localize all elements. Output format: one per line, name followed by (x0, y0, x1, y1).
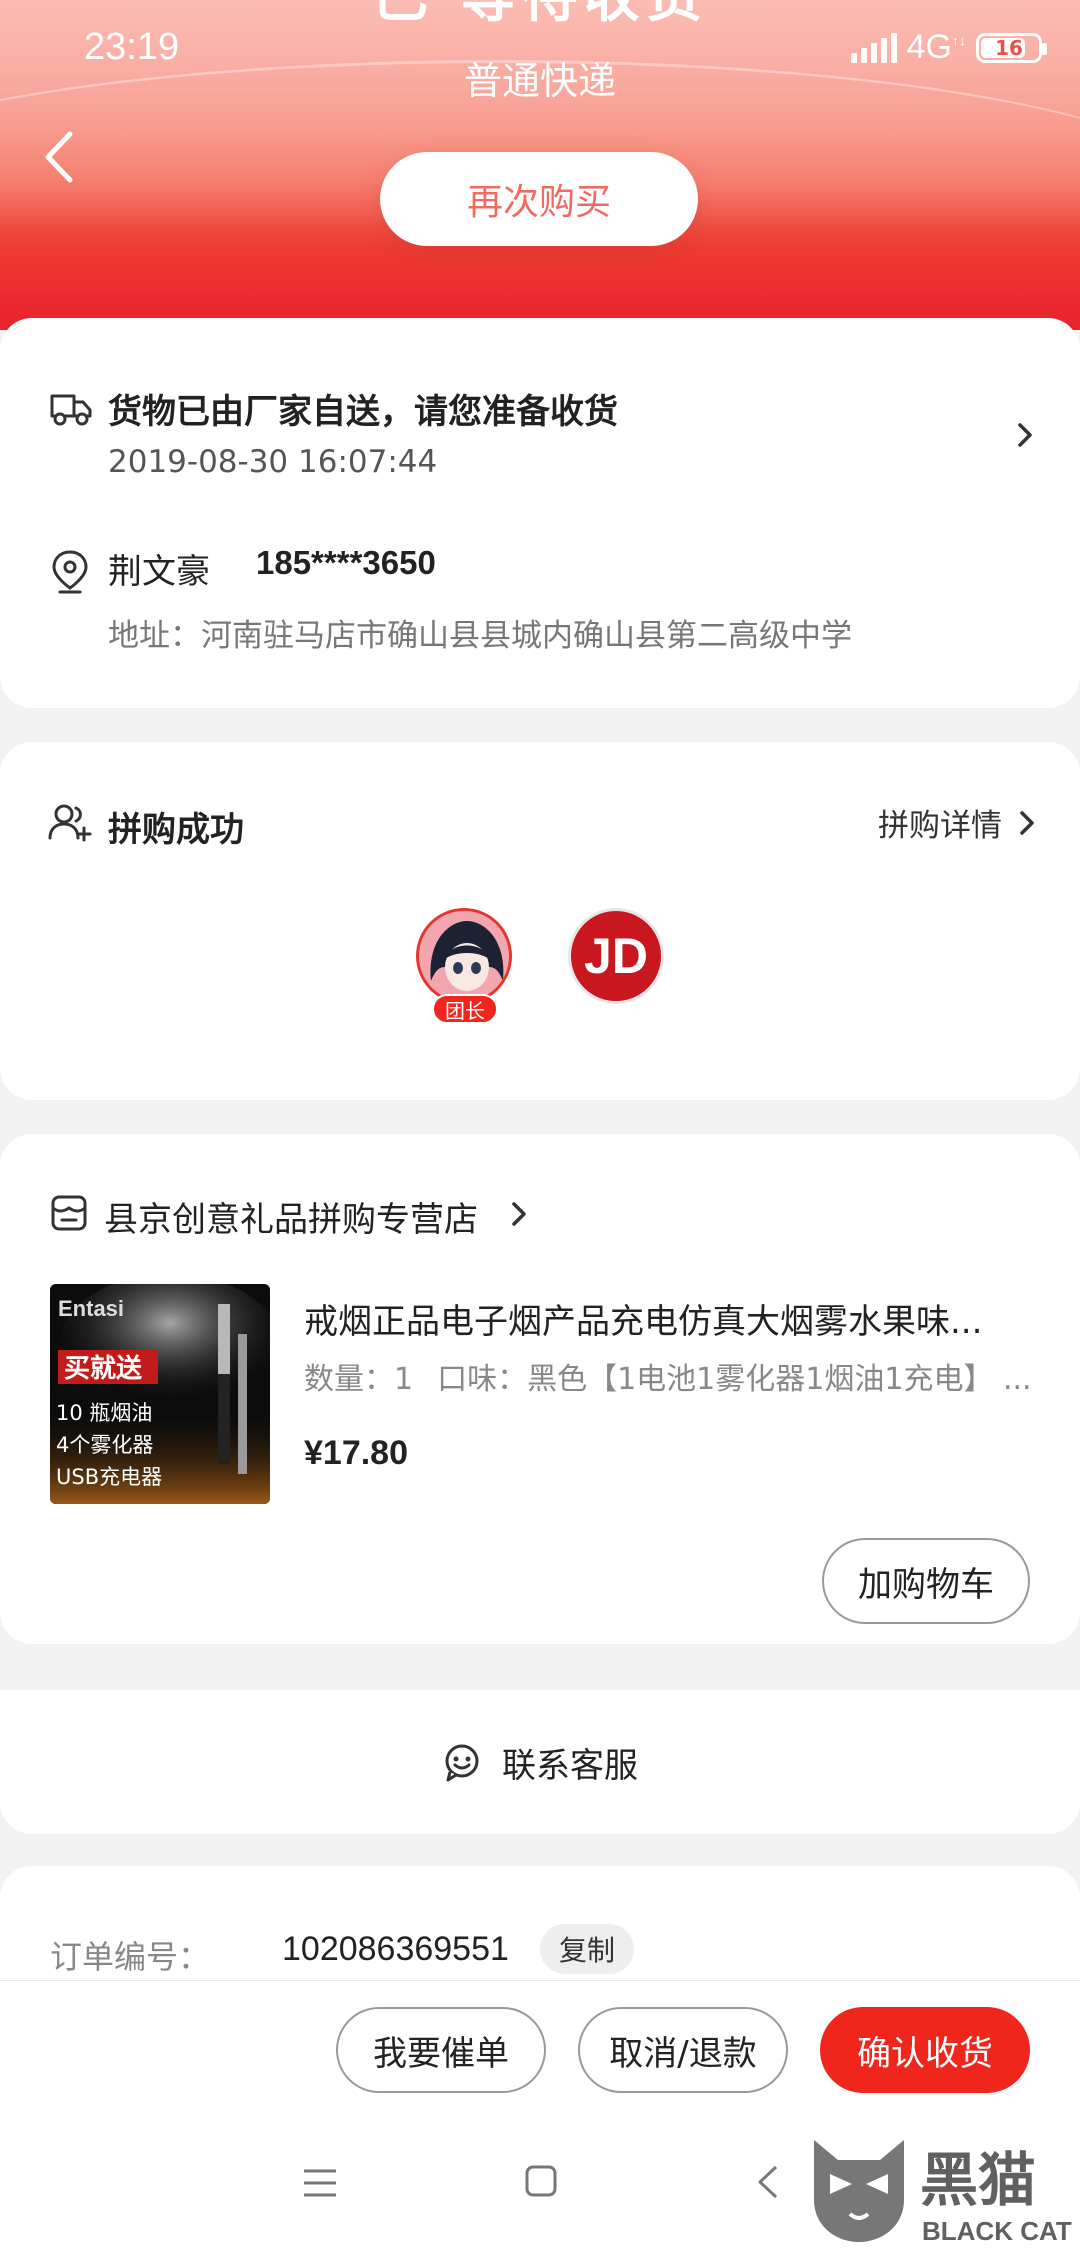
rebuy-button[interactable]: 再次购买 (380, 152, 698, 246)
add-to-cart-button[interactable]: 加购物车 (822, 1538, 1030, 1624)
svg-text:4个雾化器: 4个雾化器 (56, 1433, 153, 1457)
order-number-label: 订单编号： (50, 1938, 211, 1976)
order-number: 102086369551 (282, 1930, 509, 1968)
svg-text:黑猫: 黑猫 (920, 2146, 1036, 2214)
chevron-right-icon (1018, 423, 1032, 447)
group-buy-detail-label: 拼购详情 (878, 808, 1002, 844)
order-action-bar: 我要催单 取消/退款 确认收货 (0, 1980, 1080, 2120)
group-buy-detail-link[interactable]: 拼购详情 (878, 800, 1036, 845)
cancel-refund-button[interactable]: 取消/退款 (578, 2007, 788, 2093)
product-thumbnail: Entasi 买就送 10 瓶烟油 4个雾化器 USB充电器 (50, 1284, 270, 1504)
shop-card: 县京创意礼品拼购专营店 Entasi 买就送 10 瓶烟油 4个雾化器 USB充… (0, 1134, 1080, 1644)
leader-badge: 团长 (432, 994, 498, 1024)
logistics-card: 货物已由厂家自送，请您准备收货 2019-08-30 16:07:44 荆文豪 … (0, 318, 1080, 708)
chevron-right-icon (512, 1202, 526, 1226)
delivery-type: 普通快递 (463, 59, 616, 103)
store-icon (51, 1195, 87, 1231)
urge-order-button[interactable]: 我要催单 (336, 2007, 546, 2093)
product-spec-row: 数量：1 口味：黑色【1电池1雾化器1烟油1充电】 ... (304, 1354, 1032, 1398)
logistics-timestamp: 2019-08-30 16:07:44 (108, 444, 438, 480)
chat-icon (445, 1744, 479, 1782)
recipient-name: 荆文豪 (108, 552, 210, 592)
logistics-message: 货物已由厂家自送，请您准备收货 (108, 392, 618, 432)
product-spec: 口味：黑色【1电池1雾化器1烟油1充电】 ... (437, 1362, 1032, 1397)
home-icon[interactable] (524, 2164, 558, 2198)
product-title: 戒烟正品电子烟产品充电仿真大烟雾水果味... (304, 1302, 983, 1342)
shop-name: 县京创意礼品拼购专营店 (104, 1200, 478, 1240)
jd-logo-icon: JD (584, 928, 648, 984)
svg-text:买就送: 买就送 (64, 1354, 142, 1384)
delivery-address: 地址：河南驻马店市确山县县城内确山县第二高级中学 (108, 618, 852, 654)
copy-order-button[interactable]: 复制 (540, 1924, 634, 1974)
service-card: 联系客服 (0, 1690, 1080, 1834)
users-icon (48, 804, 92, 842)
contact-service-label: 联系客服 (502, 1745, 638, 1786)
chevron-right-icon (1020, 810, 1034, 835)
svg-text:JD: JD (584, 928, 648, 984)
group-buy-card: 拼购成功 拼购详情 团长 JD (0, 742, 1080, 1100)
product-quantity: 数量：1 (304, 1362, 414, 1397)
contact-service-button[interactable]: 联系客服 (0, 1690, 1080, 1834)
recipient-phone: 185****3650 (256, 544, 436, 581)
back-button[interactable] (38, 122, 88, 192)
chevron-left-icon (45, 131, 73, 183)
leader-avatar-image (419, 911, 509, 1001)
product-item[interactable]: Entasi 买就送 10 瓶烟油 4个雾化器 USB充电器 戒烟正品电子烟产品… (0, 1284, 1080, 1514)
shop-link[interactable]: 县京创意礼品拼购专营店 (0, 1174, 700, 1254)
product-price: ¥17.80 (304, 1434, 408, 1472)
svg-text:USB充电器: USB充电器 (56, 1465, 162, 1489)
svg-text:10 瓶烟油: 10 瓶烟油 (56, 1401, 152, 1425)
group-buy-title: 拼购成功 (108, 810, 244, 850)
location-pin-icon (52, 550, 88, 594)
logistics-row[interactable]: 货物已由厂家自送，请您准备收货 2019-08-30 16:07:44 (0, 318, 1080, 480)
menu-icon[interactable] (302, 2168, 338, 2198)
order-status-title: 已 等待收货 (350, 0, 730, 33)
confirm-receipt-button[interactable]: 确认收货 (820, 2007, 1030, 2093)
truck-icon (50, 394, 92, 426)
black-cat-logo-icon: 黑猫 BLACK CAT (814, 2140, 1072, 2246)
product-image: Entasi 买就送 10 瓶烟油 4个雾化器 USB充电器 (50, 1284, 270, 1504)
back-nav-icon[interactable] (756, 2164, 780, 2200)
watermark: 黑猫 BLACK CAT (808, 2130, 1080, 2248)
avatar (416, 908, 512, 1004)
group-member-leader[interactable]: 团长 (414, 908, 514, 1028)
group-member-jd[interactable]: JD (568, 908, 664, 1004)
svg-text:Entasi: Entasi (58, 1296, 124, 1321)
svg-text:BLACK CAT: BLACK CAT (922, 2216, 1072, 2246)
